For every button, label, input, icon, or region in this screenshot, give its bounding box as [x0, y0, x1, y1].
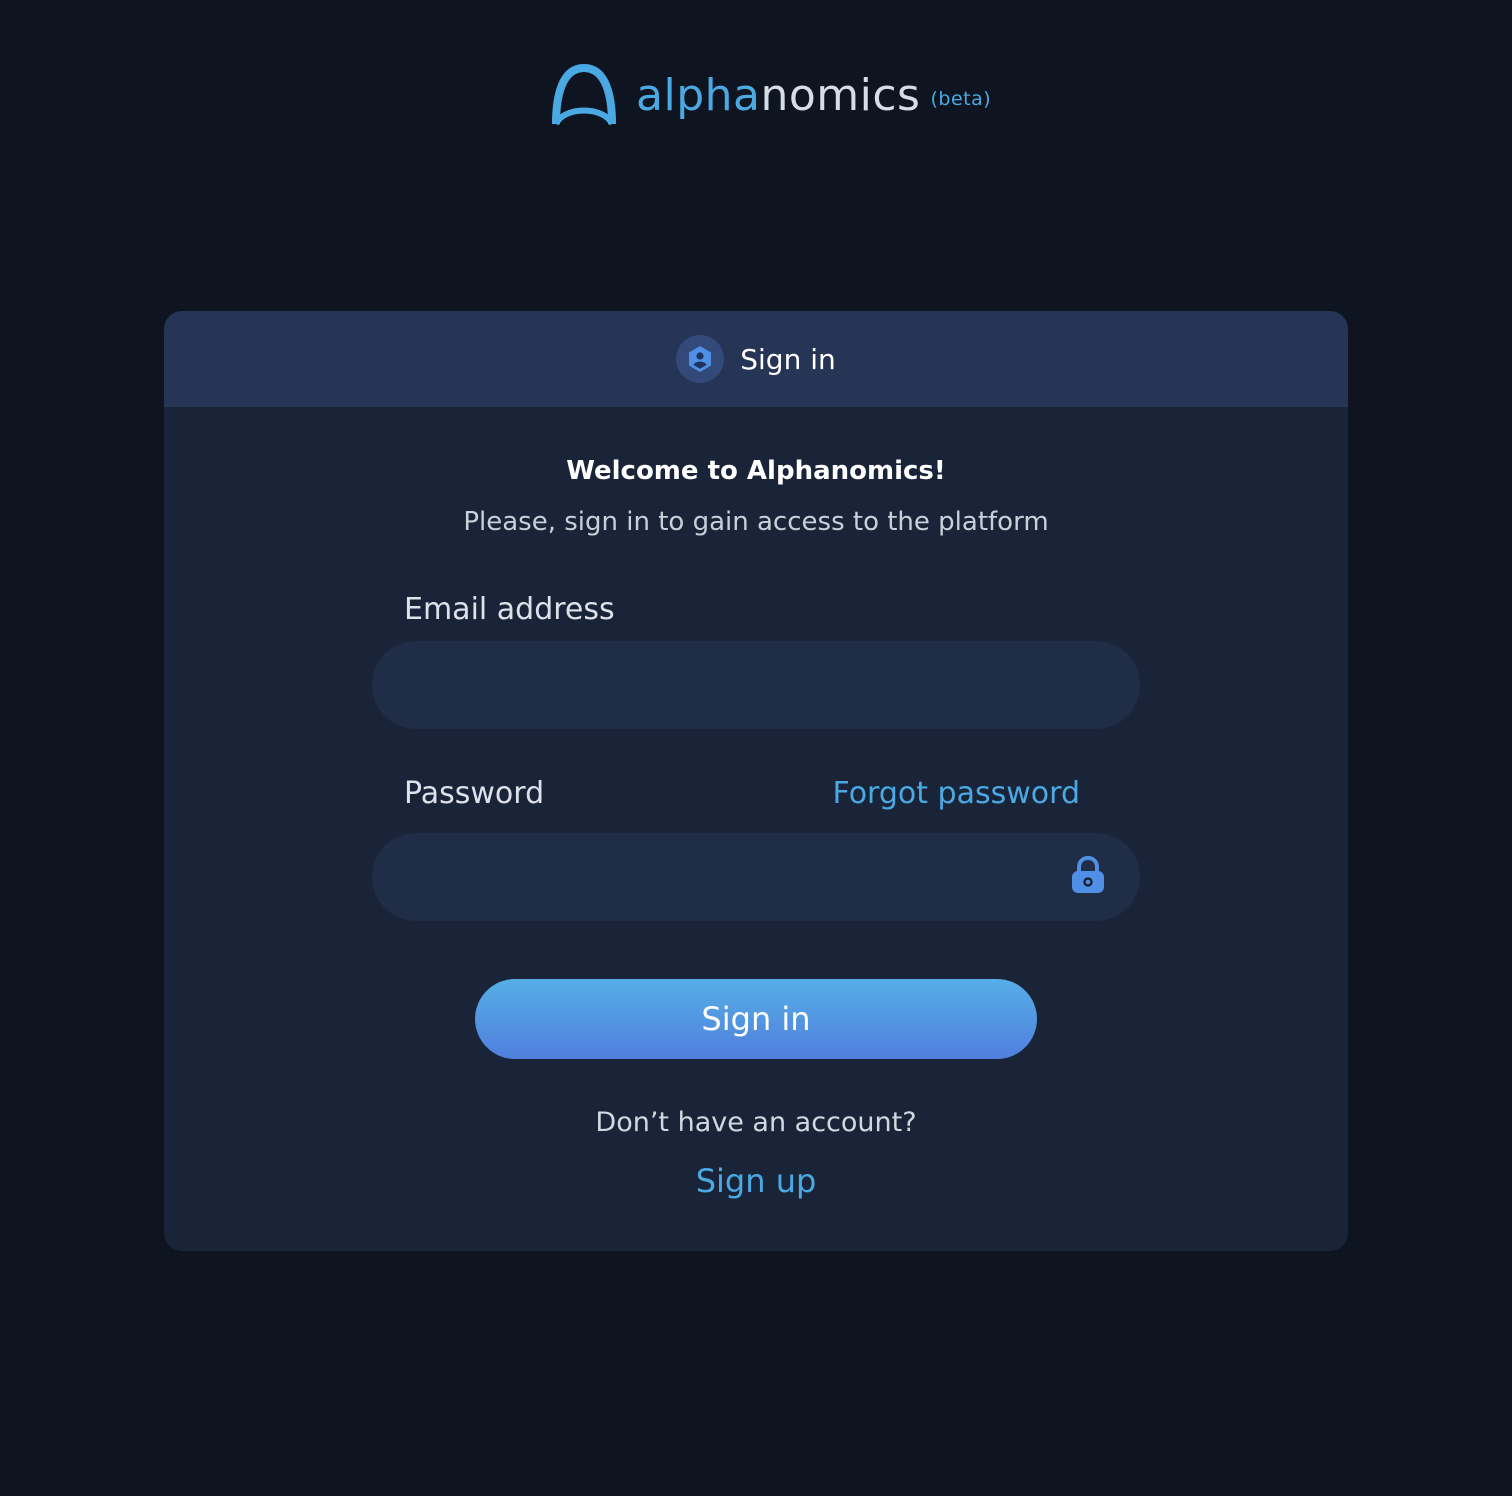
email-label: Email address [404, 592, 615, 627]
sign-up-link-row: Sign up [164, 1162, 1348, 1200]
card-title: Sign in [740, 342, 836, 376]
password-label: Password [404, 776, 545, 811]
sign-up-link[interactable]: Sign up [696, 1162, 817, 1200]
arch-logo-icon [552, 63, 616, 126]
card-header: Sign in [164, 311, 1348, 407]
brand-name-alpha: alpha [636, 70, 761, 121]
lock-icon[interactable] [1066, 853, 1110, 897]
no-account-text: Don’t have an account? [595, 1107, 917, 1138]
password-field[interactable] [372, 833, 1140, 921]
brand-name: alpha nomics (beta) [636, 74, 991, 118]
email-field[interactable] [372, 641, 1140, 729]
sign-in-button[interactable]: Sign in [475, 979, 1037, 1059]
welcome-heading: Welcome to Alphanomics! [566, 456, 946, 486]
beta-badge: (beta) [930, 88, 992, 110]
forgot-password-link[interactable]: Forgot password [833, 776, 1080, 811]
brand-name-nomics: nomics [760, 70, 921, 121]
user-hexagon-icon [676, 335, 725, 383]
brand-logo: alpha nomics (beta) [548, 62, 991, 128]
welcome-subtitle: Please, sign in to gain access to the pl… [463, 507, 1049, 537]
signin-card: Sign in Welcome to Alphanomics! Please, … [164, 311, 1348, 1251]
